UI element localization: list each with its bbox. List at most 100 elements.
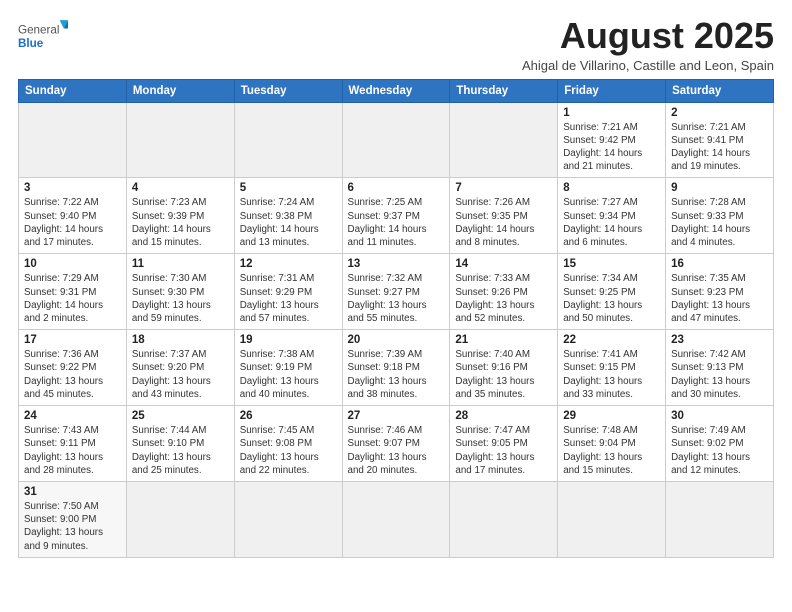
calendar-cell: 30 Sunrise: 7:49 AMSunset: 9:02 PMDayligh… bbox=[666, 406, 774, 482]
day-number: 22 bbox=[563, 334, 660, 346]
day-number: 29 bbox=[563, 410, 660, 422]
day-number: 13 bbox=[348, 258, 445, 270]
day-info: Sunrise: 7:24 AMSunset: 9:38 PMDaylight:… bbox=[240, 196, 337, 249]
day-info: Sunrise: 7:35 AMSunset: 9:23 PMDaylight:… bbox=[671, 272, 768, 325]
calendar-week-row-6: 31 Sunrise: 7:50 AMSunset: 9:00 PMDayligh… bbox=[19, 481, 774, 557]
calendar-cell bbox=[126, 102, 234, 178]
day-info: Sunrise: 7:21 AMSunset: 9:42 PMDaylight:… bbox=[563, 121, 660, 174]
calendar-week-row-2: 3Sunrise: 7:22 AMSunset: 9:40 PMDaylight… bbox=[19, 178, 774, 254]
day-info: Sunrise: 7:48 AMSunset: 9:04 PMDaylight:… bbox=[563, 424, 660, 477]
calendar-cell: 4 Sunrise: 7:23 AMSunset: 9:39 PMDaylight… bbox=[126, 178, 234, 254]
calendar-cell: 16 Sunrise: 7:35 AMSunset: 9:23 PMDayligh… bbox=[666, 254, 774, 330]
day-number: 20 bbox=[348, 334, 445, 346]
day-info: Sunrise: 7:31 AMSunset: 9:29 PMDaylight:… bbox=[240, 272, 337, 325]
day-number: 30 bbox=[671, 410, 768, 422]
day-info: Sunrise: 7:32 AMSunset: 9:27 PMDaylight:… bbox=[348, 272, 445, 325]
day-info: Sunrise: 7:38 AMSunset: 9:19 PMDaylight:… bbox=[240, 348, 337, 401]
day-number: 4 bbox=[132, 182, 229, 194]
title-area: August 2025 Ahigal de Villarino, Castill… bbox=[522, 16, 774, 73]
calendar-cell: 2Sunrise: 7:21 AMSunset: 9:41 PMDaylight… bbox=[666, 102, 774, 178]
weekday-header-sunday: Sunday bbox=[19, 79, 127, 102]
day-number: 12 bbox=[240, 258, 337, 270]
day-number: 23 bbox=[671, 334, 768, 346]
day-info: Sunrise: 7:47 AMSunset: 9:05 PMDaylight:… bbox=[455, 424, 552, 477]
calendar-cell: 18 Sunrise: 7:37 AMSunset: 9:20 PMDayligh… bbox=[126, 330, 234, 406]
calendar-cell bbox=[558, 481, 666, 557]
calendar-cell: 15Sunrise: 7:34 AMSunset: 9:25 PMDayligh… bbox=[558, 254, 666, 330]
day-number: 8 bbox=[563, 182, 660, 194]
calendar-cell: 17 Sunrise: 7:36 AMSunset: 9:22 PMDayligh… bbox=[19, 330, 127, 406]
day-info: Sunrise: 7:23 AMSunset: 9:39 PMDaylight:… bbox=[132, 196, 229, 249]
calendar-cell bbox=[126, 481, 234, 557]
day-number: 10 bbox=[24, 258, 121, 270]
day-number: 5 bbox=[240, 182, 337, 194]
day-number: 31 bbox=[24, 486, 121, 498]
calendar-cell bbox=[342, 102, 450, 178]
calendar-cell bbox=[234, 102, 342, 178]
header-area: General Blue August 2025 Ahigal de Villa… bbox=[18, 16, 774, 73]
calendar-cell: 24 Sunrise: 7:43 AMSunset: 9:11 PMDayligh… bbox=[19, 406, 127, 482]
day-info: Sunrise: 7:36 AMSunset: 9:22 PMDaylight:… bbox=[24, 348, 121, 401]
day-info: Sunrise: 7:43 AMSunset: 9:11 PMDaylight:… bbox=[24, 424, 121, 477]
day-number: 17 bbox=[24, 334, 121, 346]
calendar-cell: 19 Sunrise: 7:38 AMSunset: 9:19 PMDayligh… bbox=[234, 330, 342, 406]
day-info: Sunrise: 7:22 AMSunset: 9:40 PMDaylight:… bbox=[24, 196, 121, 249]
weekday-header-thursday: Thursday bbox=[450, 79, 558, 102]
calendar-cell: 12 Sunrise: 7:31 AMSunset: 9:29 PMDayligh… bbox=[234, 254, 342, 330]
calendar-cell: 14 Sunrise: 7:33 AMSunset: 9:26 PMDayligh… bbox=[450, 254, 558, 330]
day-number: 24 bbox=[24, 410, 121, 422]
calendar-cell: 9Sunrise: 7:28 AMSunset: 9:33 PMDaylight… bbox=[666, 178, 774, 254]
weekday-header-wednesday: Wednesday bbox=[342, 79, 450, 102]
day-info: Sunrise: 7:37 AMSunset: 9:20 PMDaylight:… bbox=[132, 348, 229, 401]
day-info: Sunrise: 7:50 AMSunset: 9:00 PMDaylight:… bbox=[24, 500, 121, 553]
day-number: 19 bbox=[240, 334, 337, 346]
calendar-week-row-3: 10 Sunrise: 7:29 AMSunset: 9:31 PMDayligh… bbox=[19, 254, 774, 330]
day-number: 28 bbox=[455, 410, 552, 422]
day-info: Sunrise: 7:49 AMSunset: 9:02 PMDaylight:… bbox=[671, 424, 768, 477]
weekday-header-monday: Monday bbox=[126, 79, 234, 102]
calendar-week-row-4: 17 Sunrise: 7:36 AMSunset: 9:22 PMDayligh… bbox=[19, 330, 774, 406]
day-number: 16 bbox=[671, 258, 768, 270]
day-info: Sunrise: 7:33 AMSunset: 9:26 PMDaylight:… bbox=[455, 272, 552, 325]
day-number: 14 bbox=[455, 258, 552, 270]
day-info: Sunrise: 7:42 AMSunset: 9:13 PMDaylight:… bbox=[671, 348, 768, 401]
calendar-cell bbox=[450, 102, 558, 178]
day-info: Sunrise: 7:34 AMSunset: 9:25 PMDaylight:… bbox=[563, 272, 660, 325]
calendar-cell: 31 Sunrise: 7:50 AMSunset: 9:00 PMDayligh… bbox=[19, 481, 127, 557]
day-number: 21 bbox=[455, 334, 552, 346]
day-info: Sunrise: 7:28 AMSunset: 9:33 PMDaylight:… bbox=[671, 196, 768, 249]
calendar-cell bbox=[342, 481, 450, 557]
day-number: 26 bbox=[240, 410, 337, 422]
day-number: 27 bbox=[348, 410, 445, 422]
day-number: 25 bbox=[132, 410, 229, 422]
weekday-header-row: SundayMondayTuesdayWednesdayThursdayFrid… bbox=[19, 79, 774, 102]
weekday-header-saturday: Saturday bbox=[666, 79, 774, 102]
calendar-cell bbox=[666, 481, 774, 557]
day-info: Sunrise: 7:27 AMSunset: 9:34 PMDaylight:… bbox=[563, 196, 660, 249]
calendar-cell: 10 Sunrise: 7:29 AMSunset: 9:31 PMDayligh… bbox=[19, 254, 127, 330]
calendar-cell: 21Sunrise: 7:40 AMSunset: 9:16 PMDayligh… bbox=[450, 330, 558, 406]
calendar-cell: 28 Sunrise: 7:47 AMSunset: 9:05 PMDayligh… bbox=[450, 406, 558, 482]
calendar-cell: 25Sunrise: 7:44 AMSunset: 9:10 PMDayligh… bbox=[126, 406, 234, 482]
day-number: 18 bbox=[132, 334, 229, 346]
day-info: Sunrise: 7:45 AMSunset: 9:08 PMDaylight:… bbox=[240, 424, 337, 477]
day-info: Sunrise: 7:25 AMSunset: 9:37 PMDaylight:… bbox=[348, 196, 445, 249]
calendar-cell: 6 Sunrise: 7:25 AMSunset: 9:37 PMDaylight… bbox=[342, 178, 450, 254]
svg-text:General: General bbox=[18, 24, 59, 37]
day-number: 1 bbox=[563, 107, 660, 119]
day-info: Sunrise: 7:41 AMSunset: 9:15 PMDaylight:… bbox=[563, 348, 660, 401]
day-info: Sunrise: 7:29 AMSunset: 9:31 PMDaylight:… bbox=[24, 272, 121, 325]
calendar-week-row-5: 24 Sunrise: 7:43 AMSunset: 9:11 PMDayligh… bbox=[19, 406, 774, 482]
calendar-cell bbox=[234, 481, 342, 557]
day-info: Sunrise: 7:46 AMSunset: 9:07 PMDaylight:… bbox=[348, 424, 445, 477]
logo: General Blue bbox=[18, 16, 68, 56]
day-number: 6 bbox=[348, 182, 445, 194]
calendar-cell: 27 Sunrise: 7:46 AMSunset: 9:07 PMDayligh… bbox=[342, 406, 450, 482]
calendar-cell bbox=[450, 481, 558, 557]
calendar-cell bbox=[19, 102, 127, 178]
calendar-page: General Blue August 2025 Ahigal de Villa… bbox=[0, 0, 792, 612]
month-title: August 2025 bbox=[522, 16, 774, 56]
calendar-cell: 5 Sunrise: 7:24 AMSunset: 9:38 PMDaylight… bbox=[234, 178, 342, 254]
general-blue-logo-icon: General Blue bbox=[18, 16, 68, 56]
weekday-header-tuesday: Tuesday bbox=[234, 79, 342, 102]
